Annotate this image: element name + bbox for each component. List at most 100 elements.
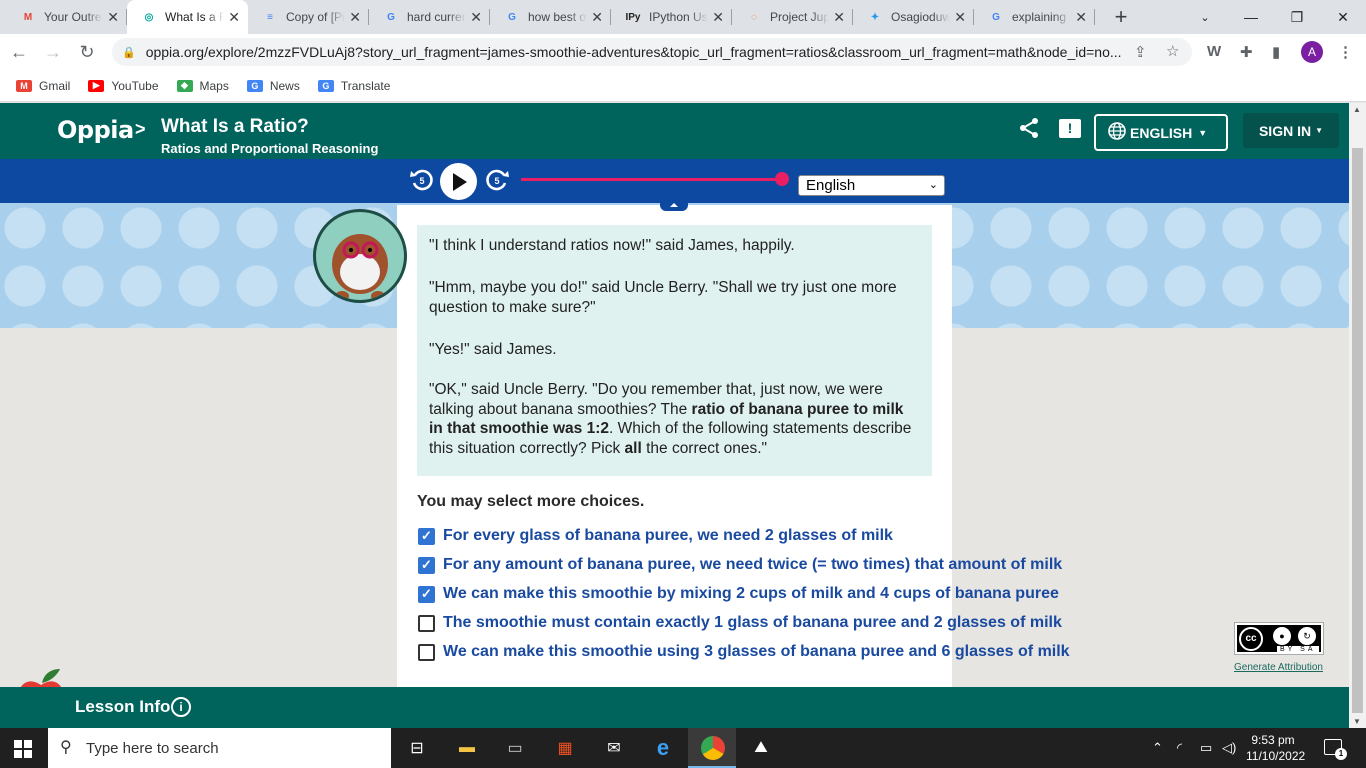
- bookmark-label: Gmail: [39, 78, 71, 93]
- mail-icon[interactable]: ✉: [602, 736, 626, 760]
- choice-label: For every glass of banana puree, we need…: [443, 527, 893, 544]
- bookmark-translate[interactable]: G Translate: [317, 79, 390, 93]
- browser-tab[interactable]: ◌ Project Jup ✕: [732, 0, 853, 34]
- wordpress-extension-icon[interactable]: W: [1207, 43, 1221, 60]
- photos-icon[interactable]: ⛰: [749, 736, 773, 760]
- system-clock[interactable]: 9:53 pm 11/10/2022: [1246, 732, 1306, 764]
- share-page-icon[interactable]: ⇪: [1134, 43, 1147, 61]
- browser-tab[interactable]: M Your Outreach ✕: [6, 0, 127, 34]
- terminal-icon[interactable]: ▭: [503, 736, 527, 760]
- extensions-puzzle-icon[interactable]: ✚: [1240, 43, 1253, 61]
- tab-close-icon[interactable]: ✕: [228, 9, 240, 26]
- taskbar-search[interactable]: ⚲ Type here to search: [48, 728, 391, 768]
- new-tab-button[interactable]: +: [1109, 4, 1133, 30]
- close-window-button[interactable]: ✕: [1320, 9, 1366, 26]
- browser-tab[interactable]: Gexplaining ✕: [974, 0, 1095, 34]
- dialogue-paragraph: "Hmm, maybe you do!" said Uncle Berry. "…: [429, 279, 897, 316]
- tab-close-icon[interactable]: ✕: [349, 9, 361, 26]
- bookmark-gmail[interactable]: M Gmail: [16, 79, 70, 93]
- share-icon[interactable]: [1018, 117, 1040, 144]
- omnibox[interactable]: 🔒 oppia.org/explore/2mzzFVDLuAj8?story_u…: [112, 38, 1192, 66]
- browser-tab[interactable]: ≡ Copy of [Pi ✕: [248, 0, 369, 34]
- tab-close-icon[interactable]: ✕: [470, 9, 482, 26]
- browser-tab[interactable]: ◎ What Is a Ratio?✕: [127, 0, 248, 34]
- checkbox-unchecked[interactable]: [418, 614, 435, 632]
- language-selector-button[interactable]: ENGLISH ▼: [1094, 114, 1228, 151]
- store-icon[interactable]: ▦: [553, 736, 577, 760]
- checkbox-checked[interactable]: ✓: [418, 585, 435, 603]
- bookmark-star-icon[interactable]: ☆: [1166, 42, 1179, 60]
- clock-time: 9:53 pm: [1251, 733, 1295, 747]
- network-icon[interactable]: ◜: [1177, 740, 1182, 756]
- scroll-up-icon[interactable]: ▲: [1353, 105, 1361, 114]
- generate-attribution-link[interactable]: Generate Attribution: [1234, 662, 1323, 673]
- reload-button[interactable]: ↻: [72, 42, 102, 63]
- tab-close-icon[interactable]: ✕: [712, 9, 724, 26]
- choice-option[interactable]: ✓ For every glass of banana puree, we nee…: [418, 527, 893, 545]
- lesson-info-label[interactable]: Lesson Info: [75, 697, 170, 717]
- volume-icon[interactable]: ◁): [1222, 740, 1236, 756]
- sign-in-button[interactable]: SIGN IN ▼: [1243, 113, 1339, 148]
- bookmark-maps[interactable]: ◆ Maps: [176, 79, 229, 93]
- tab-close-icon[interactable]: ✕: [107, 9, 119, 26]
- task-view-icon[interactable]: ⊟: [405, 736, 429, 760]
- tab-close-icon[interactable]: ✕: [1075, 9, 1087, 26]
- choice-option[interactable]: We can make this smoothie using 3 glasse…: [418, 643, 1070, 661]
- svg-text:5: 5: [494, 176, 499, 186]
- audio-language-select[interactable]: English ⌄: [798, 175, 945, 196]
- tray-chevron-icon[interactable]: ⌃: [1152, 740, 1163, 756]
- cc-license-badge[interactable]: cc ● ↻ BY SA: [1234, 622, 1324, 655]
- license-text: BY SA: [1277, 646, 1319, 654]
- profile-avatar[interactable]: A: [1301, 41, 1323, 63]
- side-panel-icon[interactable]: ▮: [1272, 43, 1280, 61]
- chevron-down-icon: ⌄: [928, 179, 938, 191]
- checkbox-checked[interactable]: ✓: [418, 556, 435, 574]
- tab-close-icon[interactable]: ✕: [954, 9, 966, 26]
- back-button[interactable]: ←: [4, 42, 34, 63]
- rewind-5-icon[interactable]: 5: [409, 167, 435, 198]
- choice-option[interactable]: The smoothie must contain exactly 1 glas…: [418, 614, 1062, 632]
- browser-tab[interactable]: Ghow best o ✕: [490, 0, 611, 34]
- file-explorer-icon[interactable]: ▬: [455, 736, 479, 760]
- scrollbar-thumb[interactable]: [1352, 148, 1363, 713]
- browser-tab[interactable]: IPy IPython Us ✕: [611, 0, 732, 34]
- minimize-button[interactable]: —: [1228, 9, 1274, 25]
- svg-text:5: 5: [419, 176, 424, 186]
- bookmark-news[interactable]: G News: [246, 79, 300, 93]
- dialogue-paragraph: "I think I understand ratios now!" said …: [429, 237, 795, 254]
- browser-tab[interactable]: Ghard currency✕: [369, 0, 490, 34]
- edge-icon[interactable]: e: [651, 735, 675, 760]
- page-scrollbar[interactable]: ▲ ▼: [1349, 103, 1366, 728]
- scroll-down-icon[interactable]: ▼: [1353, 717, 1361, 726]
- browser-tab[interactable]: ✦ Osagioduw ✕: [853, 0, 974, 34]
- forward-button[interactable]: →: [38, 42, 68, 63]
- feedback-icon[interactable]: !: [1059, 119, 1081, 138]
- choice-label: We can make this smoothie by mixing 2 cu…: [443, 585, 1059, 602]
- tab-close-icon[interactable]: ✕: [833, 9, 845, 26]
- chrome-taskbar-button[interactable]: [688, 728, 736, 768]
- choice-option[interactable]: ✓ For any amount of banana puree, we need…: [418, 556, 1062, 574]
- restore-button[interactable]: ❐: [1274, 9, 1320, 26]
- choice-label: For any amount of banana puree, we need …: [443, 556, 1063, 573]
- windows-start-icon[interactable]: [14, 740, 32, 763]
- collapse-tab-icon[interactable]: [660, 201, 688, 211]
- clock-date: 11/10/2022: [1246, 749, 1306, 763]
- tab-search-icon[interactable]: ⌄: [1182, 11, 1228, 24]
- checkbox-unchecked[interactable]: [418, 643, 435, 661]
- menu-kebab-icon[interactable]: ⋮: [1338, 43, 1353, 61]
- play-button[interactable]: [440, 163, 477, 200]
- oppia-logo[interactable]: Oppia: [57, 116, 134, 144]
- audio-progress-knob[interactable]: [775, 172, 789, 186]
- audio-progress-track[interactable]: [521, 178, 782, 181]
- lock-icon[interactable]: 🔒: [122, 46, 136, 59]
- bookmark-youtube[interactable]: ▶ YouTube: [88, 79, 159, 93]
- checkbox-checked[interactable]: ✓: [418, 527, 435, 545]
- docs-icon: ≡: [267, 11, 273, 23]
- battery-icon[interactable]: ▭: [1200, 740, 1212, 756]
- notification-icon[interactable]: 1: [1324, 739, 1347, 760]
- info-icon[interactable]: i: [171, 697, 191, 717]
- tab-close-icon[interactable]: ✕: [591, 9, 603, 26]
- browser-tab-bar: MYour Outreach✕◎What Is a Ratio?✕≡Copy o…: [0, 0, 1366, 34]
- choice-option[interactable]: ✓ We can make this smoothie by mixing 2 c…: [418, 585, 1059, 603]
- forward-5-icon[interactable]: 5: [484, 167, 510, 198]
